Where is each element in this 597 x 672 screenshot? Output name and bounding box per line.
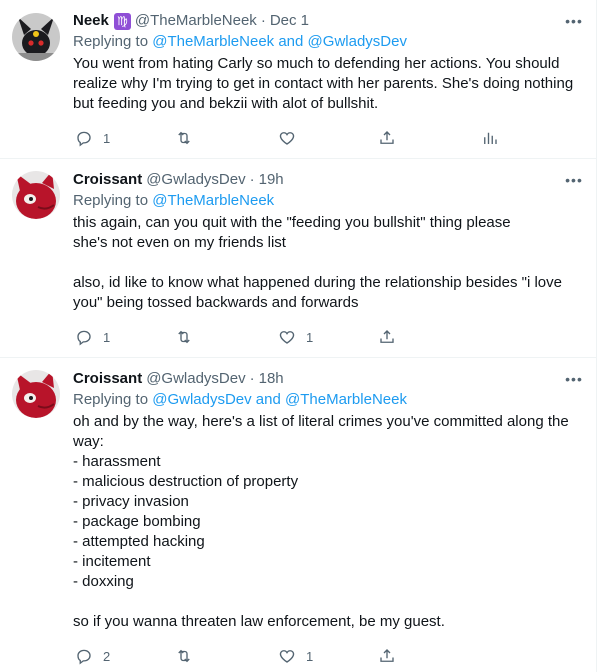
retweet-icon (178, 330, 190, 344)
tweet-actions: 1 1 (73, 327, 513, 347)
avatar[interactable] (12, 370, 60, 418)
mention-link[interactable]: @GwladysDev (152, 391, 251, 408)
tweet-header: Croissant @GwladysDev · 19h (73, 169, 584, 191)
like-button[interactable]: 1 (278, 327, 313, 347)
retweet-icon (178, 131, 190, 145)
display-name[interactable]: Croissant (73, 369, 142, 389)
tweet-header: Neek ♍ @TheMarbleNeek · Dec 1 (73, 10, 584, 32)
like-count: 1 (306, 648, 314, 664)
tweet-thread: Neek ♍ @TheMarbleNeek · Dec 1 ••• Replyi… (0, 0, 597, 672)
replying-to-label: Replying to (73, 192, 153, 209)
tweet[interactable]: Croissant @GwladysDev · 19h ••• Replying… (0, 159, 596, 358)
user-handle[interactable]: @TheMarbleNeek (135, 11, 257, 31)
tweet-text-line: - harassment (73, 453, 161, 470)
red-creature-avatar-image (12, 370, 60, 418)
display-name[interactable]: Neek (73, 11, 109, 31)
replying-to-and[interactable]: and (274, 33, 307, 50)
retweet-icon (178, 649, 190, 663)
replying-to-label: Replying to (73, 33, 153, 50)
tweet-text-line: so if you wanna threaten law enforcement… (73, 613, 445, 630)
tweet-text-line: this again, can you quit with the "feedi… (73, 214, 511, 231)
tweet-text-line: she's not even on my friends list (73, 234, 286, 251)
mention-link[interactable]: @TheMarbleNeek (152, 33, 274, 50)
tweet-text-line: - incitement (73, 553, 151, 570)
reply-count: 2 (103, 648, 111, 664)
display-name[interactable]: Croissant (73, 170, 142, 190)
reply-icon (77, 330, 91, 346)
replying-to-label: Replying to (73, 391, 153, 408)
mention-link[interactable]: @TheMarbleNeek (285, 391, 407, 408)
tweet-text: You went from hating Carly so much to de… (73, 54, 584, 114)
analytics-button[interactable] (481, 128, 499, 148)
tweet-header: Croissant @GwladysDev · 18h (73, 368, 584, 390)
like-button[interactable] (278, 128, 296, 148)
separator-dot: · (249, 370, 255, 387)
user-handle[interactable]: @GwladysDev (146, 369, 245, 389)
replying-to: Replying to @GwladysDev and @TheMarbleNe… (73, 390, 584, 410)
umbreon-avatar-image (12, 13, 60, 61)
tweet-text-line: - package bombing (73, 513, 201, 530)
red-creature-avatar-image (12, 171, 60, 219)
tweet-text-line: oh and by the way, here's a list of lite… (73, 413, 569, 450)
user-handle[interactable]: @GwladysDev (146, 170, 245, 190)
like-button[interactable]: 1 (278, 646, 313, 666)
like-icon (279, 331, 295, 344)
share-button[interactable] (378, 646, 396, 666)
more-icon[interactable]: ••• (564, 11, 584, 31)
share-button[interactable] (378, 327, 396, 347)
tweet-text: this again, can you quit with the "feedi… (73, 213, 584, 313)
reply-button[interactable]: 2 (75, 646, 110, 666)
tweet-text-line: - attempted hacking (73, 533, 205, 550)
tweet-text-line: - malicious destruction of property (73, 473, 299, 490)
share-icon (380, 131, 394, 144)
separator-dot: · (249, 171, 255, 188)
like-icon (279, 650, 295, 663)
timestamp[interactable]: 18h (259, 369, 284, 389)
reply-button[interactable]: 1 (75, 327, 110, 347)
tweet-actions: 1 (73, 128, 513, 148)
tweet-body: Croissant @GwladysDev · 18h ••• Replying… (73, 368, 584, 632)
mention-link[interactable]: @GwladysDev (308, 33, 407, 50)
more-icon[interactable]: ••• (564, 170, 584, 190)
retweet-button[interactable] (175, 327, 193, 347)
replying-to: Replying to @TheMarbleNeek and @GwladysD… (73, 32, 584, 52)
replying-to: Replying to @TheMarbleNeek (73, 191, 584, 211)
share-icon (380, 330, 394, 343)
tweet-body: Croissant @GwladysDev · 19h ••• Replying… (73, 169, 584, 313)
tweet-text-line: - doxxing (73, 573, 134, 590)
tweet-body: Neek ♍ @TheMarbleNeek · Dec 1 ••• Replyi… (73, 10, 584, 114)
timestamp[interactable]: 19h (259, 170, 284, 190)
virgo-badge-icon: ♍ (113, 12, 131, 30)
retweet-button[interactable] (175, 646, 193, 666)
more-icon[interactable]: ••• (564, 369, 584, 389)
reply-icon (77, 131, 91, 147)
reply-button[interactable]: 1 (75, 128, 110, 148)
tweet-text-line (73, 253, 584, 273)
tweet-actions: 2 1 (73, 646, 513, 666)
timestamp[interactable]: Dec 1 (270, 11, 309, 31)
tweet[interactable]: Neek ♍ @TheMarbleNeek · Dec 1 ••• Replyi… (0, 0, 596, 159)
avatar[interactable] (12, 171, 60, 219)
tweet-text-line: also, id like to know what happened duri… (73, 274, 562, 311)
like-icon (279, 132, 295, 145)
reply-count: 1 (103, 329, 111, 345)
reply-count: 1 (103, 130, 111, 146)
like-count: 1 (306, 329, 314, 345)
separator-dot: · (260, 12, 266, 29)
analytics-icon (484, 132, 497, 144)
tweet-text-line: You went from hating Carly so much to de… (73, 55, 574, 112)
tweet-text-line (73, 592, 584, 612)
share-button[interactable] (378, 128, 396, 148)
mention-link[interactable]: @TheMarbleNeek (152, 192, 274, 209)
share-icon (380, 649, 394, 662)
tweet-text: oh and by the way, here's a list of lite… (73, 412, 584, 632)
tweet[interactable]: Croissant @GwladysDev · 18h ••• Replying… (0, 358, 596, 672)
tweet-text-line: - privacy invasion (73, 493, 189, 510)
retweet-button[interactable] (175, 128, 193, 148)
replying-to-and[interactable]: and (252, 391, 285, 408)
avatar[interactable] (12, 13, 60, 61)
reply-icon (77, 649, 91, 665)
